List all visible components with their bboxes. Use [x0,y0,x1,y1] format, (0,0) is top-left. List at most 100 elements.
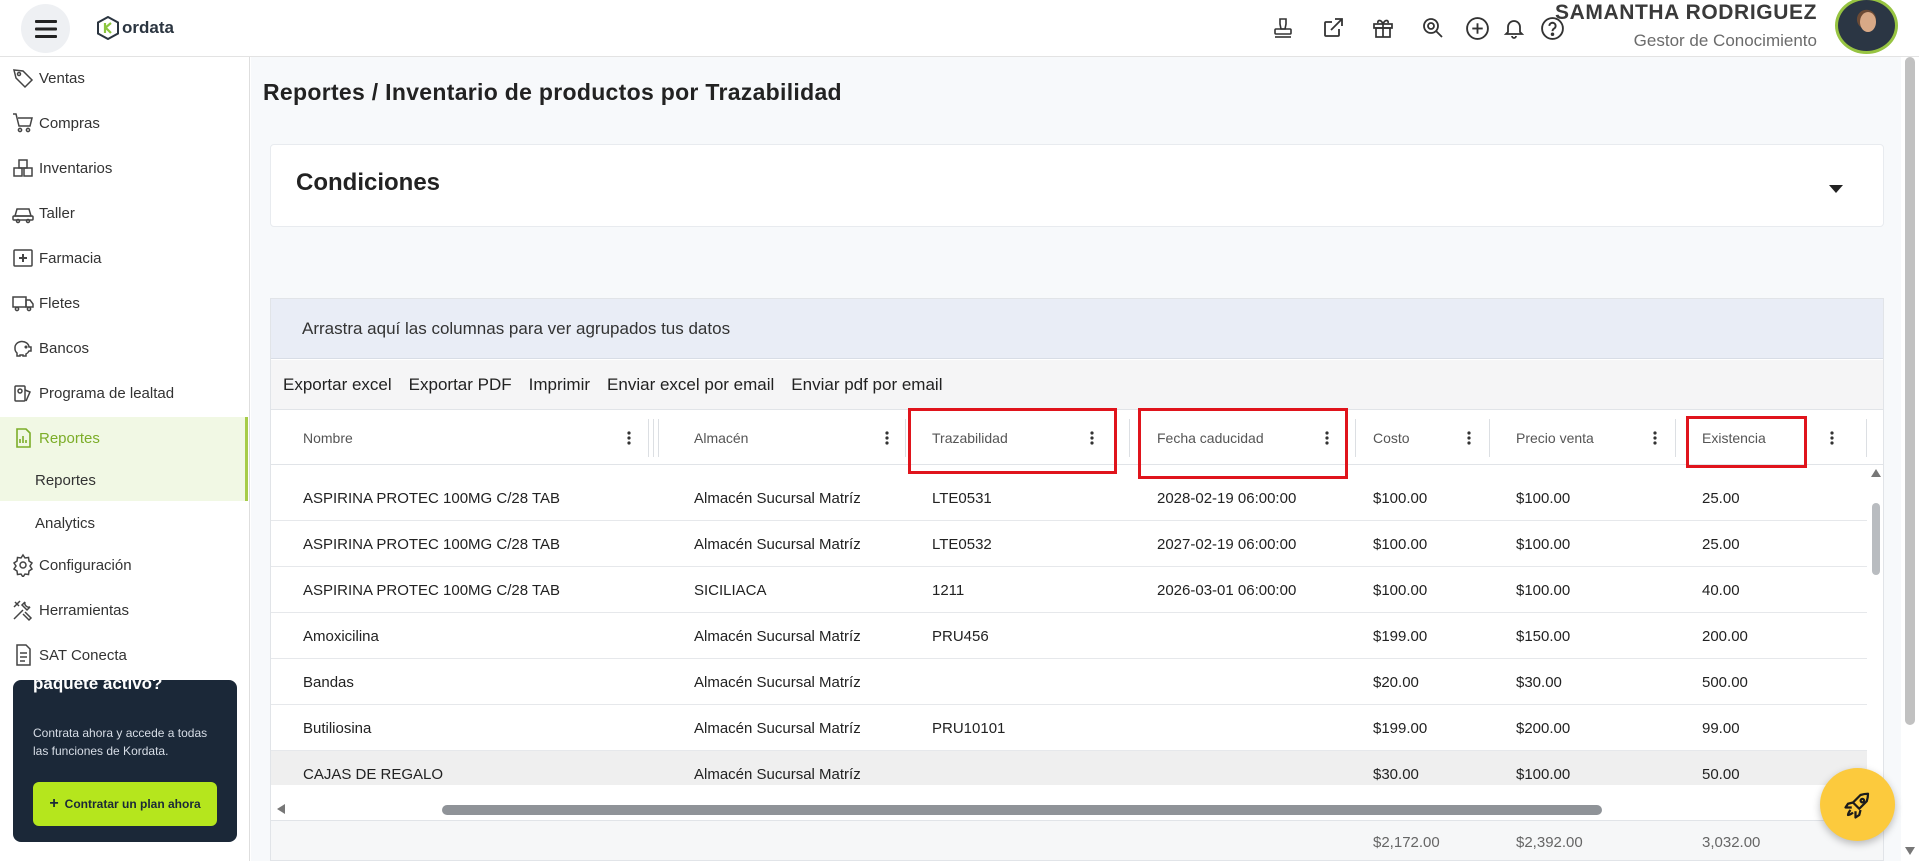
sidebar-item-programa-lealtad[interactable]: Programa de lealtad [0,372,248,414]
boxes-icon [9,154,37,182]
scroll-thumb[interactable] [1872,503,1880,575]
cell-almacen: Almacén Sucursal Matríz [694,489,861,507]
page-scrollbar[interactable] [1901,57,1919,861]
zoom-button[interactable] [1418,13,1448,43]
cell-trazabilidad: PRU10101 [932,719,1006,737]
cell-costo: $20.00 [1373,673,1419,691]
column-header-costo[interactable]: Costo [1373,411,1410,465]
cell-trazabilidad: LTE0532 [932,535,992,553]
column-header-almacen[interactable]: Almacén [694,411,748,465]
cell-precio-venta: $200.00 [1516,719,1571,737]
cell-existencia: 25.00 [1702,535,1740,553]
main-content: Reportes / Inventario de productos por T… [251,57,1919,861]
table-row[interactable]: Amoxicilina Almacén Sucursal Matríz PRU4… [271,613,1867,659]
caret-down-icon[interactable] [1829,181,1843,199]
sidebar-item-label: Herramientas [39,601,130,619]
table-row[interactable]: ASPIRINA PROTEC 100MG C/28 TAB Almacén S… [271,475,1867,521]
sidebar-item-sat-conecta[interactable]: SAT Conecta [0,634,248,676]
cell-costo: $30.00 [1373,765,1419,783]
user-name[interactable]: SAMANTHA RODRIGUEZ [1555,1,1817,25]
sidebar-item-compras[interactable]: Compras [0,102,248,144]
table-row[interactable]: CAJAS DE REGALO Almacén Sucursal Matríz … [271,751,1867,785]
sidebar-item-fletes[interactable]: Fletes [0,282,248,324]
plus-circle-icon [1465,16,1489,40]
kordata-logo[interactable]: ordata [97,16,174,40]
cell-fecha-caducidad: 2028-02-19 06:00:00 [1157,489,1297,507]
export-pdf-button[interactable]: Exportar PDF [409,375,512,395]
total-precio-venta: $2,392.00 [1516,833,1583,851]
contract-plan-button[interactable]: + Contratar un plan ahora [33,782,217,826]
medical-cross-icon [9,244,37,272]
column-menu-icon[interactable] [1649,428,1661,448]
cell-existencia: 50.00 [1702,765,1740,783]
sidebar-item-ventas[interactable]: Ventas [0,57,248,99]
email-pdf-button[interactable]: Enviar pdf por email [791,375,942,395]
conditions-panel[interactable]: Condiciones [270,144,1884,227]
column-menu-icon[interactable] [881,428,893,448]
stamp-button[interactable] [1268,13,1298,43]
menu-toggle-button[interactable] [21,4,70,53]
cell-fecha-caducidad: 2027-02-19 06:00:00 [1157,535,1297,553]
grid-vertical-scrollbar[interactable] [1867,465,1883,800]
external-link-button[interactable] [1318,13,1348,43]
sidebar-item-inventarios[interactable]: Inventarios [0,147,248,189]
group-drop-area[interactable]: Arrastra aquí las columnas para ver agru… [271,299,1883,359]
table-row[interactable]: ASPIRINA PROTEC 100MG C/28 TAB Almacén S… [271,521,1867,567]
table-row[interactable]: Bandas Almacén Sucursal Matríz $20.00 $3… [271,659,1867,705]
cell-precio-venta: $150.00 [1516,627,1571,645]
scroll-down-icon[interactable] [1905,847,1915,855]
column-header-precio-venta[interactable]: Precio venta [1516,411,1594,465]
cell-nombre: ASPIRINA PROTEC 100MG C/28 TAB [303,581,561,599]
document-icon [9,641,37,669]
table-row[interactable]: ASPIRINA PROTEC 100MG C/28 TAB SICILIACA… [271,567,1867,613]
scroll-left-icon[interactable] [277,804,285,814]
sidebar-item-taller[interactable]: Taller [0,192,248,234]
column-menu-icon[interactable] [1463,428,1475,448]
cell-nombre: Bandas [303,673,354,691]
sidebar-item-bancos[interactable]: Bancos [0,327,248,369]
export-excel-button[interactable]: Exportar excel [283,375,392,395]
add-button[interactable] [1462,13,1492,43]
grid-body: ASPIRINA PROTEC 100MG C/28 TAB Almacén S… [271,465,1867,785]
gift-button[interactable] [1368,13,1398,43]
sidebar-item-reportes[interactable]: Reportes [0,417,248,459]
email-excel-button[interactable]: Enviar excel por email [607,375,774,395]
scroll-thumb[interactable] [442,805,1602,815]
truck-icon [9,289,37,317]
grid-horizontal-scrollbar[interactable] [271,799,1867,817]
sidebar-subitem-label: Reportes [35,471,96,489]
sidebar-subitem-analytics[interactable]: Analytics [0,502,248,544]
sidebar-item-label: Inventarios [39,159,113,177]
column-menu-icon[interactable] [623,428,635,448]
notifications-button[interactable] [1499,13,1529,43]
piggy-bank-icon [9,334,37,362]
column-header-nombre[interactable]: Nombre [303,411,353,465]
sidebar-item-label: Reportes [39,429,100,447]
sidebar-item-label: Programa de lealtad [39,384,175,402]
top-bar: ordata SAMANTHA RODRIGUEZ Gestor de Cono… [0,0,1919,57]
sidebar-subitem-reportes[interactable]: Reportes [0,459,248,501]
sidebar-item-configuracion[interactable]: Configuración [0,544,248,586]
user-role: Gestor de Conocimiento [1633,31,1817,50]
sidebar-item-herramientas[interactable]: Herramientas [0,589,248,631]
sidebar-item-farmacia[interactable]: Farmacia [0,237,248,279]
total-costo: $2,172.00 [1373,833,1440,851]
sidebar-item-label: Ventas [39,69,85,87]
user-avatar[interactable] [1835,0,1898,54]
cell-existencia: 40.00 [1702,581,1740,599]
column-menu-icon[interactable] [1826,428,1838,448]
cell-trazabilidad: LTE0531 [932,489,992,507]
scroll-thumb[interactable] [1905,57,1915,725]
table-row[interactable]: Butiliosina Almacén Sucursal Matríz PRU1… [271,705,1867,751]
group-hint: Arrastra aquí las columnas para ver agru… [302,319,731,338]
cell-nombre: CAJAS DE REGALO [303,765,444,783]
rocket-icon [1843,792,1869,819]
data-grid: Arrastra aquí las columnas para ver agru… [270,298,1884,861]
launch-assistant-button[interactable] [1820,768,1895,841]
sidebar-item-label: Taller [39,204,75,222]
sidebar-item-label: Farmacia [39,249,102,267]
print-button[interactable]: Imprimir [529,375,590,395]
logo-text: ordata [122,18,174,37]
car-icon [9,199,37,227]
scroll-up-icon[interactable] [1871,469,1881,477]
